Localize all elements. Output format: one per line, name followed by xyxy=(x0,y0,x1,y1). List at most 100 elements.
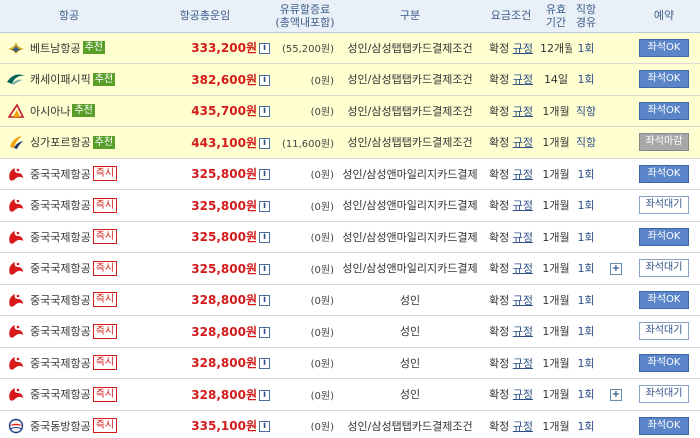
seat-ok-button[interactable]: 좌석OK xyxy=(639,164,689,183)
fare-category: 성인 xyxy=(399,325,421,339)
fare-info-icon[interactable]: i xyxy=(259,106,270,118)
fare-info-icon[interactable]: i xyxy=(259,421,270,433)
recommend-badge: 추천 xyxy=(82,41,106,55)
airline-cell: 싱가포르항공 추천 xyxy=(0,127,138,159)
condition-cell: 확정 규정 xyxy=(482,347,540,379)
fuel-surcharge: (0원) xyxy=(310,170,334,182)
fare-cell: 335,100원 i xyxy=(138,410,272,438)
fare-status: 확정 xyxy=(489,167,510,181)
fare-info-icon[interactable]: i xyxy=(259,200,270,212)
rule-link[interactable]: 규정 xyxy=(513,357,533,370)
rule-link[interactable]: 규정 xyxy=(513,199,533,212)
seat-ok-button[interactable]: 좌석OK xyxy=(639,227,689,246)
airline-name[interactable]: 중국동방항공 xyxy=(30,420,91,433)
route-type: 1회 xyxy=(577,356,595,370)
fare-category: 성인/삼성탭탭카드결제조건 xyxy=(347,104,473,118)
airline-cell: 중국국제항공 즉시 xyxy=(0,253,138,285)
booking-cell: 좌석OK xyxy=(628,95,700,127)
fare-status: 확정 xyxy=(489,262,510,276)
table-row: 아시아나 추천 435,700원 i (0원) 성인/삼성탭탭카드결제조건 확정 규… xyxy=(0,95,700,127)
seat-ok-button[interactable]: 좌석OK xyxy=(639,353,689,372)
fare-info-icon[interactable]: i xyxy=(259,43,270,55)
condition-cell: 확정 규정 xyxy=(482,32,540,64)
airline-name[interactable]: 중국국제항공 xyxy=(30,168,91,181)
fare-info-icon[interactable]: i xyxy=(259,232,270,244)
seat-ok-button[interactable]: 좌석OK xyxy=(639,416,689,435)
airline-name[interactable]: 싱가포르항공 xyxy=(30,136,91,149)
fare-amount: 328,800원 xyxy=(191,387,257,402)
seat-waitlist-button[interactable]: 좌석대기 xyxy=(639,196,689,215)
fare-status: 확정 xyxy=(489,325,510,339)
instant-badge: 즉시 xyxy=(92,292,118,308)
rule-link[interactable]: 규정 xyxy=(513,325,533,338)
seat-ok-button[interactable]: 좌석OK xyxy=(639,70,689,89)
seat-ok-button[interactable]: 좌석OK xyxy=(639,101,689,120)
seat-ok-button[interactable]: 좌석OK xyxy=(639,38,689,57)
condition-cell: 확정 규정 xyxy=(482,316,540,348)
asiana-logo-icon xyxy=(6,103,26,119)
fare-info-icon[interactable]: i xyxy=(259,263,270,275)
header-category: 구분 xyxy=(338,0,482,33)
rule-link[interactable]: 규정 xyxy=(513,262,533,275)
plus-cell xyxy=(600,64,628,96)
instant-badge: 즉시 xyxy=(92,197,118,213)
airline-name[interactable]: 중국국제항공 xyxy=(30,262,91,275)
airline-name[interactable]: 중국국제항공 xyxy=(30,388,91,401)
fare-category: 성인 xyxy=(399,356,421,370)
fuel-surcharge: (0원) xyxy=(310,327,334,339)
air-china-logo-icon xyxy=(6,355,26,371)
airline-name[interactable]: 중국국제항공 xyxy=(30,325,91,338)
fare-amount: 325,800원 xyxy=(191,261,257,276)
rule-link[interactable]: 규정 xyxy=(513,388,533,401)
rule-link[interactable]: 규정 xyxy=(513,73,533,86)
table-row: 중국국제항공 즉시 328,800원 i (0원) 성인 확정 규정 1개월 1회 … xyxy=(0,316,700,348)
rule-link[interactable]: 규정 xyxy=(513,420,533,433)
rule-link[interactable]: 규정 xyxy=(513,168,533,181)
fare-status: 확정 xyxy=(489,230,510,244)
validity-period: 1개월 xyxy=(542,199,570,213)
table-row: 중국국제항공 즉시 325,800원 i (0원) 성인/삼성앤마일리지카드결제 확… xyxy=(0,253,700,285)
rule-link[interactable]: 규정 xyxy=(513,136,533,149)
fare-info-icon[interactable]: i xyxy=(259,137,270,149)
fare-info-icon[interactable]: i xyxy=(259,389,270,401)
fare-info-icon[interactable]: i xyxy=(259,326,270,338)
airline-name[interactable]: 베트남항공 xyxy=(30,42,81,55)
singapore-airlines-logo-icon xyxy=(6,134,26,150)
seat-closed-button[interactable]: 좌석마감 xyxy=(639,133,689,152)
airline-name[interactable]: 아시아나 xyxy=(30,105,70,118)
airline-name[interactable]: 중국국제항공 xyxy=(30,294,91,307)
fare-status: 확정 xyxy=(489,419,510,433)
fare-cell: 325,800원 i xyxy=(138,253,272,285)
airline-name[interactable]: 중국국제항공 xyxy=(30,357,91,370)
rule-link[interactable]: 규정 xyxy=(513,42,533,55)
table-row: 캐세이패시픽 추천 382,600원 i (0원) 성인/삼성탭탭카드결제조건 확정… xyxy=(0,63,700,96)
plus-cell xyxy=(600,316,628,348)
fare-info-icon[interactable]: i xyxy=(259,295,270,307)
airline-name[interactable]: 중국국제항공 xyxy=(30,231,91,244)
table-row: 중국국제항공 즉시 328,800원 i (0원) 성인 확정 규정 1개월 1회 … xyxy=(0,347,700,379)
rule-link[interactable]: 규정 xyxy=(513,105,533,118)
fuel-surcharge: (0원) xyxy=(310,296,334,308)
fare-amount: 325,800원 xyxy=(191,230,257,245)
rule-link[interactable]: 규정 xyxy=(513,231,533,244)
seat-waitlist-button[interactable]: 좌석대기 xyxy=(639,322,689,341)
fare-cell: 382,600원 i xyxy=(138,64,272,96)
add-plus-icon[interactable]: + xyxy=(610,262,622,275)
add-plus-icon[interactable]: + xyxy=(610,388,622,401)
fare-status: 확정 xyxy=(489,104,510,118)
seat-ok-button[interactable]: 좌석OK xyxy=(639,290,689,309)
recommend-badge: 추천 xyxy=(92,72,116,86)
fare-info-icon[interactable]: i xyxy=(259,169,270,181)
airline-name[interactable]: 중국국제항공 xyxy=(30,199,91,212)
seat-waitlist-button[interactable]: 좌석대기 xyxy=(639,259,689,278)
fare-info-icon[interactable]: i xyxy=(259,74,270,86)
validity-period: 1개월 xyxy=(542,167,570,181)
rule-link[interactable]: 규정 xyxy=(513,294,533,307)
plus-cell xyxy=(600,190,628,222)
plus-cell xyxy=(600,410,628,438)
fare-amount: 328,800원 xyxy=(191,356,257,371)
seat-waitlist-button[interactable]: 좌석대기 xyxy=(639,385,689,404)
fare-info-icon[interactable]: i xyxy=(259,358,270,370)
fare-status: 확정 xyxy=(489,41,510,55)
airline-name[interactable]: 캐세이패시픽 xyxy=(30,73,91,86)
